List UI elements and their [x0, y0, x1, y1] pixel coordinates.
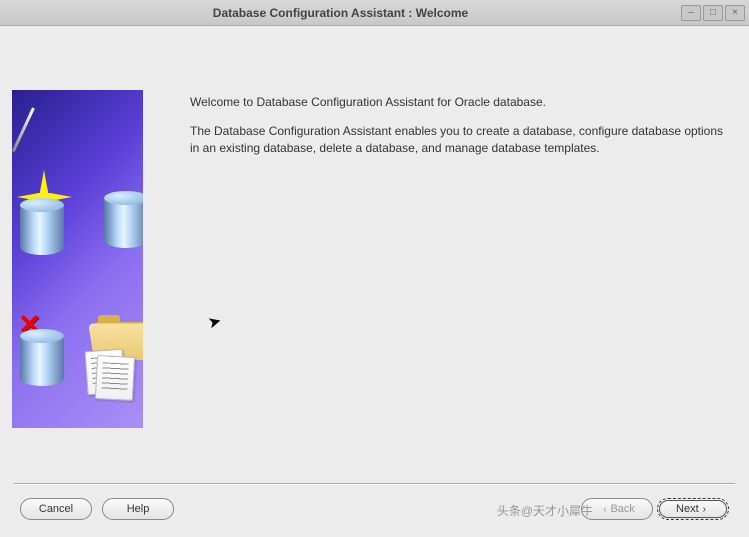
dialog-window: Database Configuration Assistant : Welco…	[0, 0, 749, 537]
database-cylinder-icon	[20, 336, 64, 386]
titlebar: Database Configuration Assistant : Welco…	[0, 0, 749, 26]
chevron-left-icon: ‹	[603, 504, 606, 515]
next-button-label: Next	[676, 503, 699, 515]
mouse-cursor-icon: ➤	[206, 311, 224, 334]
next-button[interactable]: Next ›	[657, 498, 729, 520]
description-text: The Database Configuration Assistant ena…	[190, 123, 731, 157]
close-button[interactable]: ×	[725, 5, 745, 21]
separator	[14, 483, 735, 485]
inner-panel: ✕ Welcome to Database Configuration Assi…	[6, 32, 743, 531]
chevron-right-icon: ›	[703, 504, 706, 515]
database-cylinder-icon	[20, 205, 64, 255]
back-button: ‹ Back	[581, 498, 653, 520]
content-area: ✕ Welcome to Database Configuration Assi…	[0, 26, 749, 537]
intro-text: Welcome to Database Configuration Assist…	[190, 94, 731, 111]
button-bar: Cancel Help ‹ Back Next ›	[6, 487, 743, 531]
welcome-text: Welcome to Database Configuration Assist…	[190, 94, 731, 168]
help-button[interactable]: Help	[102, 498, 174, 520]
database-cylinder-icon	[104, 198, 143, 248]
back-button-label: Back	[610, 503, 634, 515]
wizard-sidebar-image: ✕	[12, 90, 143, 428]
minimize-button[interactable]: –	[681, 5, 701, 21]
window-title: Database Configuration Assistant : Welco…	[0, 6, 681, 20]
maximize-button[interactable]: □	[703, 5, 723, 21]
cancel-button[interactable]: Cancel	[20, 498, 92, 520]
documents-icon	[86, 350, 134, 400]
window-controls: – □ ×	[681, 5, 749, 21]
wand-icon	[32, 108, 35, 156]
